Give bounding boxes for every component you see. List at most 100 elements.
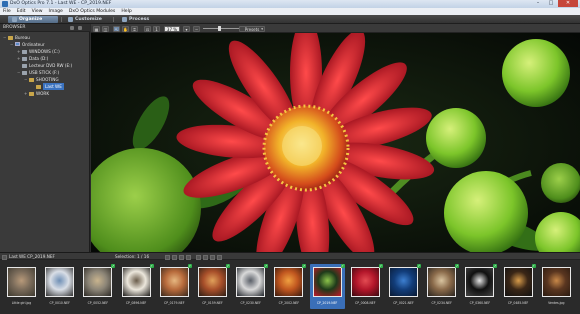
tree-expander-icon[interactable]: +: [17, 48, 21, 55]
filmstrip-thumbnail[interactable]: CP_0010.NEF: [42, 264, 77, 309]
select-tool-icon[interactable]: ↖: [113, 25, 120, 32]
menu-help[interactable]: Help: [118, 8, 134, 15]
checkmark-icon[interactable]: ✓: [111, 264, 116, 268]
filmstrip-thumbnail[interactable]: ✓ CP_0485.NEF: [501, 264, 536, 309]
filmstrip-thumbnail[interactable]: Ventes.jpg: [539, 264, 574, 309]
browser-panel: BROWSER − Bureau − Ordinateur + WINDOWS (C:) +…: [0, 24, 90, 252]
menu-view[interactable]: View: [29, 8, 46, 15]
minimize-button[interactable]: –: [532, 0, 544, 7]
tab-organize[interactable]: Organize: [8, 16, 58, 23]
folder-icon: [8, 35, 13, 40]
tab-customize[interactable]: Customize: [64, 16, 104, 23]
tree-expander-icon[interactable]: −: [3, 34, 7, 41]
menu-optics-modules[interactable]: DxO Optics Modules: [66, 8, 118, 15]
checkmark-icon[interactable]: ✓: [149, 264, 154, 268]
zoom-input[interactable]: 37 %: [164, 25, 180, 32]
tab-process-label: Process: [129, 17, 150, 22]
presets-dropdown[interactable]: Presets ▾: [239, 25, 265, 32]
previous-image-icon[interactable]: [203, 254, 208, 260]
hand-tool-icon[interactable]: ✋: [122, 25, 129, 32]
tree-item[interactable]: + WORK: [0, 90, 90, 97]
thumbnail-filename: CP_0008.NEF: [355, 301, 376, 305]
rotate-right-icon[interactable]: [186, 254, 191, 260]
zoom-dropdown-icon[interactable]: ▾: [183, 25, 190, 32]
zoom-out-icon[interactable]: −: [193, 25, 200, 32]
compare-icon[interactable]: ◫: [102, 25, 109, 32]
last-image-icon[interactable]: [217, 254, 222, 260]
tree-item-label: Data (D:): [29, 56, 49, 61]
checkmark-icon[interactable]: ✓: [264, 264, 269, 268]
menu-edit[interactable]: Edit: [14, 8, 29, 15]
filmstrip-thumbnail[interactable]: ✓ CP_0179.NEF: [157, 264, 192, 309]
checkmark-icon[interactable]: ✓: [531, 264, 536, 268]
tab-organize-label: Organize: [19, 17, 43, 22]
menu-image[interactable]: Image: [46, 8, 66, 15]
filmstrip-thumbnail[interactable]: ✓ CP_0052.NEF: [80, 264, 116, 309]
tree-item[interactable]: − Bureau: [0, 34, 90, 41]
filmstrip-thumbnail[interactable]: ✓ CP_2002.NEF: [271, 264, 307, 309]
browser-panel-title: BROWSER: [3, 25, 26, 30]
organize-icon: [12, 17, 17, 22]
workflow-tabs: Organize Customize Process: [0, 15, 580, 24]
panel-close-icon[interactable]: [78, 26, 82, 30]
filmstrip-thumbnail[interactable]: Little girl.jpg: [4, 264, 39, 309]
tree-item[interactable]: Last WE: [0, 83, 90, 90]
first-image-icon[interactable]: [196, 254, 201, 260]
tree-expander-icon[interactable]: −: [24, 76, 28, 83]
checkmark-icon[interactable]: ✓: [378, 264, 383, 268]
checkmark-icon[interactable]: ✓: [302, 264, 307, 268]
display-mode-icon[interactable]: ▦: [93, 25, 100, 32]
tree-item[interactable]: Lecteur DVD RW (E:): [0, 62, 90, 69]
thumbnail-image: [350, 267, 380, 297]
tree-expander-icon[interactable]: −: [17, 69, 21, 76]
tree-item-label: Last WE: [43, 83, 64, 90]
panel-menu-icon[interactable]: [70, 26, 74, 30]
tab-process[interactable]: Process: [118, 16, 158, 23]
checkmark-icon[interactable]: ✓: [455, 264, 460, 268]
tree-expander-icon[interactable]: +: [17, 55, 21, 62]
checkmark-icon[interactable]: ✓: [493, 264, 498, 268]
rotate-left-icon[interactable]: [179, 254, 184, 260]
process-icon: [122, 17, 127, 22]
tree-item[interactable]: − Ordinateur: [0, 41, 90, 48]
zoom-slider[interactable]: [203, 28, 239, 29]
filmstrip-thumbnail[interactable]: ✓ CP_0008.NEF: [348, 264, 383, 309]
thumbnail-image: [541, 267, 571, 297]
filmstrip-toggle-icon[interactable]: [2, 254, 7, 260]
tree-item[interactable]: − SHOOTING: [0, 76, 90, 83]
image-viewer[interactable]: [91, 33, 580, 252]
filmstrip-thumbnail[interactable]: ✓ CP_2019.NEF: [309, 264, 345, 309]
tree-item-label: WORK: [36, 91, 50, 96]
filter-icon[interactable]: [172, 254, 177, 260]
tree-expander-icon[interactable]: +: [24, 90, 28, 97]
computer-icon: [15, 42, 20, 46]
zoom-100-icon[interactable]: 1: [153, 25, 160, 32]
next-image-icon[interactable]: [210, 254, 215, 260]
thumbnail-image: [159, 267, 189, 297]
sort-icon[interactable]: [165, 254, 170, 260]
tree-expander-icon[interactable]: −: [10, 41, 14, 48]
tree-item[interactable]: + Data (D:): [0, 55, 90, 62]
filmstrip-thumbnail[interactable]: ✓ CP_0230.NEF: [233, 264, 269, 309]
app-logo-icon: [2, 1, 8, 7]
thumbnail-image: [83, 267, 113, 297]
zoom-fit-icon[interactable]: ⊡: [144, 25, 151, 32]
presets-label: Presets: [244, 26, 260, 32]
crop-tool-icon[interactable]: ⌗: [131, 25, 138, 32]
tree-item-label: USB STICK (F:): [29, 70, 60, 75]
filmstrip-thumbnail[interactable]: ✓ CP_0360.NEF: [462, 264, 498, 309]
filmstrip-thumbnail[interactable]: ✓ CP_0159.NEF: [195, 264, 230, 309]
tree-item[interactable]: + WINDOWS (C:): [0, 48, 90, 55]
menu-file[interactable]: File: [0, 8, 14, 15]
filmstrip-thumbnail[interactable]: ✓ CP_0896.NEF: [119, 264, 154, 309]
close-button[interactable]: ✕: [558, 0, 578, 7]
tree-item[interactable]: − USB STICK (F:): [0, 69, 90, 76]
checkmark-icon[interactable]: ✓: [187, 264, 192, 268]
maximize-button[interactable]: □: [545, 0, 557, 7]
checkmark-icon[interactable]: ✓: [226, 264, 230, 268]
zoom-slider-handle[interactable]: [217, 26, 221, 32]
checkmark-icon[interactable]: ✓: [340, 264, 345, 268]
checkmark-icon[interactable]: ✓: [417, 264, 421, 268]
filmstrip-thumbnail[interactable]: ✓ CP_0021.NEF: [386, 264, 421, 309]
filmstrip-thumbnail[interactable]: ✓ CP_0234.NEF: [424, 264, 460, 309]
